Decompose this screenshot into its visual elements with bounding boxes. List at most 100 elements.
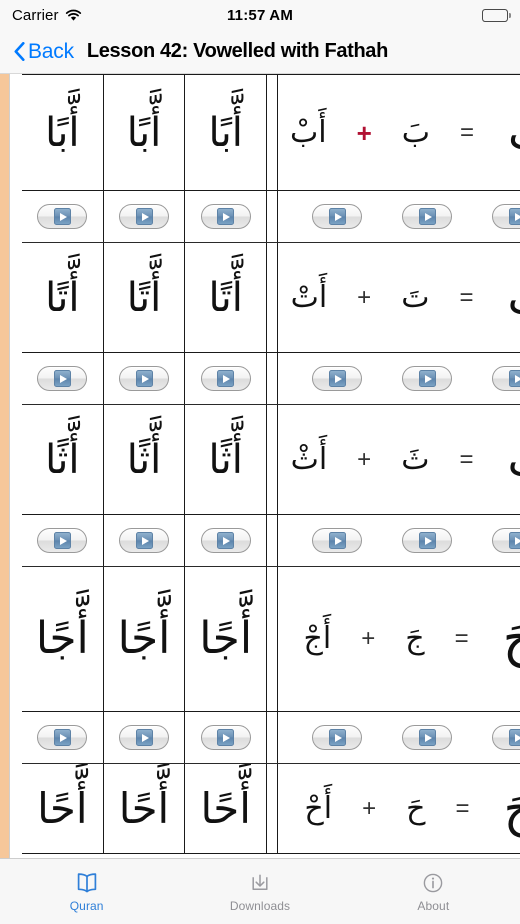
play-icon bbox=[328, 370, 346, 387]
audio-cell bbox=[104, 515, 186, 566]
practice-word: أَّجًا bbox=[117, 613, 171, 664]
play-button[interactable] bbox=[312, 725, 363, 750]
equation-cell: أَثَ = ثَ + أَثْ bbox=[278, 405, 520, 514]
play-button[interactable] bbox=[312, 204, 363, 229]
play-icon bbox=[508, 370, 520, 387]
lesson-row: أَّثًا أَّثًا أَّثًا أَثَ = ثَ + أَثْ bbox=[22, 405, 520, 515]
practice-cell: أَّجًا bbox=[22, 567, 104, 711]
lesson-row: أَّحًا أَّحًا أَّحًا أَحَ = حَ + أَحْ bbox=[22, 764, 520, 854]
equation-result: أَثَ bbox=[507, 437, 520, 483]
practice-cells: أَّتًا أَّتًا أَّتًا bbox=[22, 243, 266, 352]
back-label: Back bbox=[28, 39, 74, 63]
play-button[interactable] bbox=[200, 528, 251, 553]
play-button[interactable] bbox=[37, 204, 88, 229]
equation-operand-1: ثَ bbox=[401, 441, 430, 477]
info-circle-icon bbox=[420, 870, 446, 896]
audio-cell bbox=[185, 712, 266, 763]
play-button[interactable] bbox=[119, 204, 169, 229]
play-button[interactable] bbox=[402, 204, 453, 229]
play-icon bbox=[418, 208, 436, 225]
tab-quran[interactable]: Quran bbox=[0, 859, 173, 924]
battery-full-icon bbox=[482, 8, 511, 22]
practice-cell: أَّبًا bbox=[104, 75, 186, 190]
practice-cells: أَّبًا أَّبًا أَّبًا bbox=[22, 75, 266, 190]
audio-cell bbox=[22, 515, 104, 566]
section-divider bbox=[266, 75, 278, 190]
equation-plus-sign: + bbox=[361, 625, 376, 652]
play-button[interactable] bbox=[492, 725, 520, 750]
play-button[interactable] bbox=[402, 528, 453, 553]
play-icon bbox=[328, 208, 346, 225]
equation-result: أَحَ bbox=[503, 779, 520, 838]
practice-word: أَّبًا bbox=[208, 109, 243, 156]
play-button[interactable] bbox=[402, 366, 453, 391]
practice-word: أَّتًا bbox=[45, 274, 80, 321]
audio-row bbox=[22, 515, 520, 567]
tab-downloads[interactable]: Downloads bbox=[173, 859, 346, 924]
play-icon bbox=[135, 729, 153, 746]
equation: أَثَ = ثَ + أَثْ bbox=[278, 437, 520, 483]
equation-operand-1: بَ bbox=[401, 114, 431, 150]
practice-word: أَّبًا bbox=[45, 109, 80, 156]
tab-downloads-label: Downloads bbox=[229, 899, 291, 913]
lesson-content[interactable]: أَّبًاأَّبًاأَّبًاأَبَ=بَ+أَبْأَّتًاأَّت… bbox=[0, 74, 520, 858]
tab-about-label: About bbox=[417, 899, 450, 913]
audio-cell bbox=[185, 515, 266, 566]
tab-quran-label: Quran bbox=[69, 899, 104, 913]
status-bar-right bbox=[482, 8, 511, 22]
play-button[interactable] bbox=[200, 366, 251, 391]
practice-cell: أَّتًا bbox=[104, 243, 186, 352]
practice-cell: أَّجًا bbox=[185, 567, 266, 711]
section-divider bbox=[266, 353, 278, 404]
play-button[interactable] bbox=[200, 204, 251, 229]
section-divider bbox=[266, 405, 278, 514]
practice-audio-cells bbox=[22, 353, 266, 404]
play-button[interactable] bbox=[402, 725, 453, 750]
play-button[interactable] bbox=[37, 366, 88, 391]
play-button[interactable] bbox=[119, 725, 169, 750]
equation-plus-sign: + bbox=[356, 117, 372, 148]
play-icon bbox=[217, 208, 235, 225]
equation-equals-sign: = bbox=[459, 283, 474, 311]
practice-cell: أَّثًا bbox=[104, 405, 186, 514]
tab-about[interactable]: About bbox=[347, 859, 520, 924]
play-icon bbox=[328, 532, 346, 549]
equation-equals-sign: = bbox=[454, 625, 469, 652]
practice-audio-cells bbox=[22, 515, 266, 566]
play-button[interactable] bbox=[119, 366, 169, 391]
practice-cell: أَّتًا bbox=[22, 243, 104, 352]
play-button[interactable] bbox=[37, 528, 88, 553]
equation-cell: أَحَ = حَ + أَحْ bbox=[278, 764, 520, 853]
equation-operand-1: حَ bbox=[406, 790, 426, 826]
section-divider bbox=[266, 191, 278, 242]
practice-word: أَّتًا bbox=[126, 274, 162, 321]
practice-cells: أَّجًا أَّجًا أَّجًا bbox=[22, 567, 266, 711]
navigation-bar: Back Lesson 42: Vowelled with Fathah bbox=[0, 30, 520, 74]
play-icon bbox=[217, 532, 235, 549]
equation-result: أَتَ bbox=[507, 275, 520, 321]
play-button[interactable] bbox=[492, 366, 520, 391]
back-button[interactable]: Back bbox=[14, 40, 74, 64]
play-icon bbox=[418, 729, 436, 746]
audio-cell bbox=[185, 353, 266, 404]
play-button[interactable] bbox=[37, 725, 88, 750]
practice-word: أَّجًا bbox=[199, 613, 253, 664]
page-edge-left bbox=[0, 74, 10, 858]
practice-cell: أَّبًا bbox=[185, 75, 266, 190]
practice-word: أَّثًا bbox=[45, 436, 80, 483]
download-icon bbox=[247, 870, 273, 896]
play-button[interactable] bbox=[312, 528, 363, 553]
play-button[interactable] bbox=[312, 366, 363, 391]
lesson-row: أَّجًا أَّجًا أَّجًا أَجَ = جَ + أَجْ bbox=[22, 567, 520, 712]
play-button[interactable] bbox=[492, 528, 520, 553]
play-button[interactable] bbox=[200, 725, 251, 750]
play-button[interactable] bbox=[119, 528, 169, 553]
practice-cell: أَّثًا bbox=[185, 405, 266, 514]
play-button[interactable] bbox=[492, 204, 520, 229]
equation-operand-2: أَثْ bbox=[290, 441, 328, 477]
audio-cell bbox=[22, 712, 104, 763]
practice-word: أَّحًا bbox=[118, 783, 170, 833]
practice-word: أَّجًا bbox=[35, 613, 89, 664]
play-icon bbox=[217, 370, 235, 387]
equation-operand-2: أَحْ bbox=[304, 790, 333, 826]
